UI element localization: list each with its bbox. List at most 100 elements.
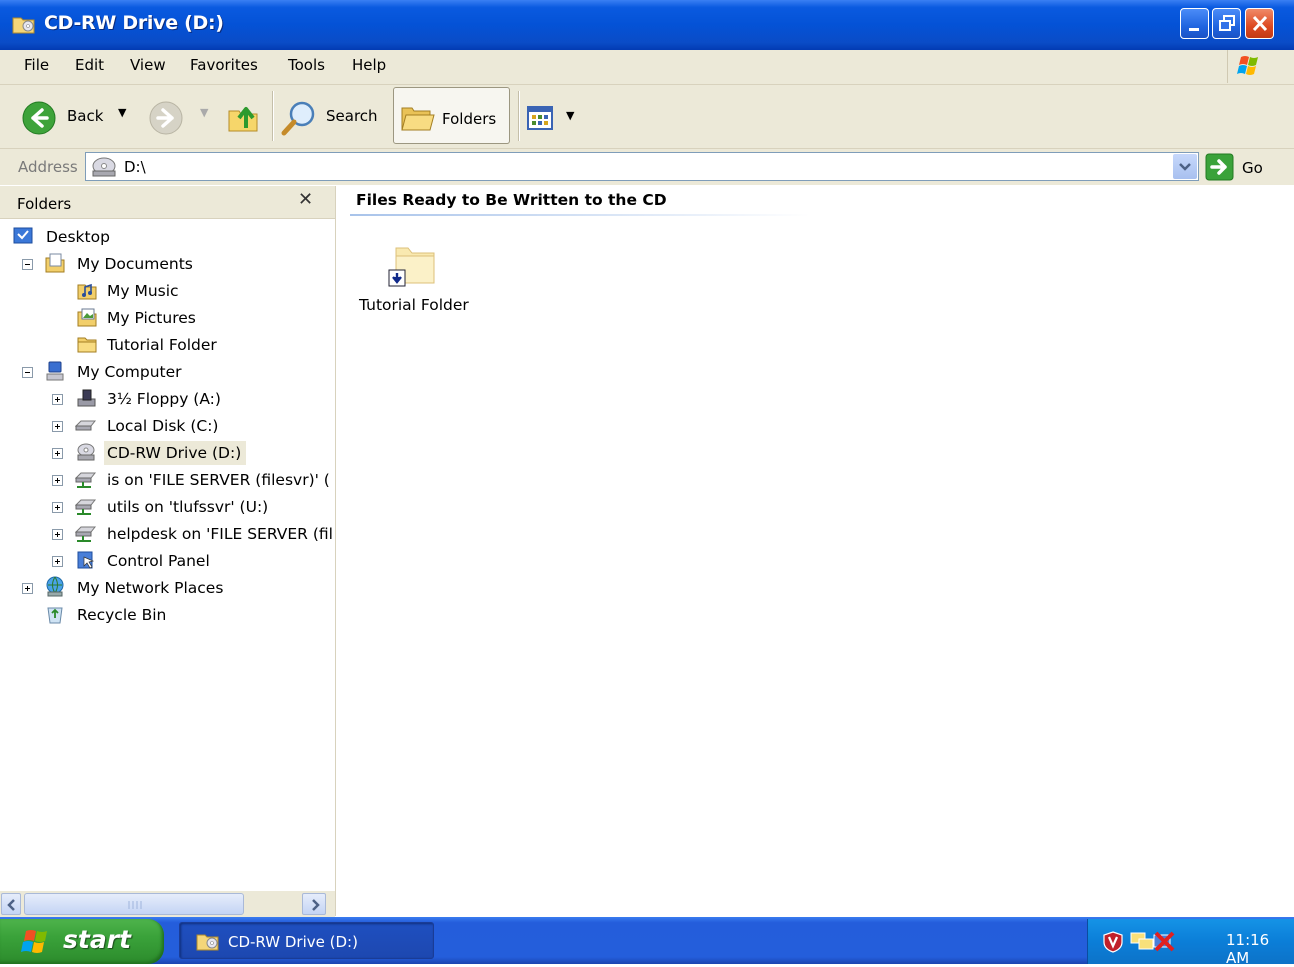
back-label: Back xyxy=(67,107,104,125)
tree-item-recycle-bin[interactable]: Recycle Bin xyxy=(0,603,330,627)
expand-toggle[interactable] xyxy=(52,394,63,405)
recycle-bin-icon xyxy=(47,607,63,624)
tree-item-label: is on 'FILE SERVER (filesvr)' ( xyxy=(107,471,330,489)
minimize-button[interactable] xyxy=(1180,8,1209,39)
tree-item-my-computer[interactable]: My Computer xyxy=(0,360,330,384)
expand-toggle[interactable] xyxy=(52,502,63,513)
tree-item-my-network-places[interactable]: My Network Places xyxy=(0,576,330,600)
taskbar-item-cd-rw-drive[interactable]: CD-RW Drive (D:) xyxy=(179,922,434,959)
views-dropdown-icon[interactable]: ▼ xyxy=(566,109,574,122)
tree-item-network-drive-is[interactable]: is on 'FILE SERVER (filesvr)' ( xyxy=(0,468,335,492)
tree-item-my-documents[interactable]: My Documents xyxy=(0,252,330,276)
tree-item-label: My Music xyxy=(107,282,179,300)
go-label: Go xyxy=(1242,159,1263,177)
tree-item-desktop[interactable]: Desktop xyxy=(0,225,330,249)
tree-item-floppy[interactable]: 3½ Floppy (A:) xyxy=(0,387,330,411)
folders-label: Folders xyxy=(442,110,497,128)
tree-item-label: My Pictures xyxy=(107,309,196,327)
tree-item-network-drive-utils[interactable]: utils on 'tlufssvr' (U:) xyxy=(0,495,330,519)
taskbar: start CD-RW Drive (D:) 11:16 AM xyxy=(0,917,1294,967)
file-list-view: Files Ready to Be Written to the CD Tuto… xyxy=(336,186,1294,916)
network-places-icon xyxy=(46,576,64,597)
folders-button[interactable]: Folders xyxy=(393,87,510,144)
back-dropdown-icon[interactable]: ▼ xyxy=(118,106,126,119)
address-value: D:\ xyxy=(124,158,146,176)
tree-item-my-music[interactable]: My Music xyxy=(0,279,330,303)
scroll-right-button[interactable] xyxy=(302,893,326,915)
collapse-toggle[interactable] xyxy=(22,259,33,270)
tree-item-network-drive-helpdesk[interactable]: helpdesk on 'FILE SERVER (fil xyxy=(0,522,335,546)
restore-button[interactable] xyxy=(1212,8,1241,39)
restore-icon xyxy=(1219,15,1235,31)
close-button[interactable] xyxy=(1245,8,1274,39)
chevron-left-icon xyxy=(7,899,15,911)
network-drive-icon xyxy=(75,472,97,488)
tree-item-my-pictures[interactable]: My Pictures xyxy=(0,306,330,330)
tree-item-control-panel[interactable]: Control Panel xyxy=(0,549,330,573)
network-disconnected-icon[interactable] xyxy=(1152,929,1176,953)
folders-horizontal-scrollbar[interactable] xyxy=(0,891,335,917)
expand-toggle[interactable] xyxy=(52,421,63,432)
folder-pending-icon xyxy=(388,247,435,287)
start-button[interactable]: start xyxy=(0,919,164,964)
file-item-tutorial-folder[interactable]: Tutorial Folder xyxy=(356,242,476,322)
tree-item-label: Recycle Bin xyxy=(77,606,167,624)
menu-edit[interactable]: Edit xyxy=(75,56,104,74)
my-computer-icon xyxy=(46,361,64,381)
minimize-icon xyxy=(1189,28,1199,31)
cd-drive-icon xyxy=(77,443,95,461)
expand-toggle[interactable] xyxy=(52,448,63,459)
address-dropdown-button[interactable] xyxy=(1173,154,1197,179)
scroll-left-button[interactable] xyxy=(1,893,21,915)
chevron-right-icon xyxy=(312,899,320,911)
window-title: CD-RW Drive (D:) xyxy=(44,12,224,34)
my-documents-icon xyxy=(45,253,65,273)
title-bar[interactable]: CD-RW Drive (D:) xyxy=(0,0,1294,50)
menu-tools[interactable]: Tools xyxy=(288,56,325,74)
address-bar: Address D:\ Go xyxy=(0,149,1294,185)
cd-folder-icon xyxy=(12,17,35,34)
menu-file[interactable]: File xyxy=(24,56,49,74)
taskbar-item-label: CD-RW Drive (D:) xyxy=(228,933,358,951)
expand-toggle[interactable] xyxy=(22,583,33,594)
forward-button[interactable]: ▼ xyxy=(148,99,210,135)
forward-dropdown-icon[interactable]: ▼ xyxy=(200,106,208,119)
tree-item-tutorial-folder[interactable]: Tutorial Folder xyxy=(0,333,330,357)
close-icon[interactable]: ✕ xyxy=(298,189,313,210)
search-button[interactable]: Search xyxy=(280,97,386,137)
expand-toggle[interactable] xyxy=(52,556,63,567)
scroll-thumb[interactable] xyxy=(24,893,244,915)
search-icon xyxy=(281,101,315,136)
menu-help[interactable]: Help xyxy=(352,56,386,74)
up-folder-button[interactable] xyxy=(226,99,264,137)
hard-disk-icon xyxy=(75,420,97,431)
toolbar-separator xyxy=(272,91,274,141)
tree-item-label: 3½ Floppy (A:) xyxy=(107,390,221,408)
folders-icon xyxy=(401,107,435,131)
views-button[interactable]: ▼ xyxy=(526,103,582,133)
start-label: start xyxy=(63,925,131,954)
collapse-toggle[interactable] xyxy=(22,367,33,378)
back-button[interactable]: Back ▼ xyxy=(18,99,138,135)
go-button[interactable]: Go xyxy=(1205,153,1275,181)
folders-pane: Folders ✕ Desktop My Documents My Music … xyxy=(0,186,336,916)
menu-bar: File Edit View Favorites Tools Help xyxy=(0,50,1294,85)
tree-item-local-disk[interactable]: Local Disk (C:) xyxy=(0,414,330,438)
tree-item-label: Control Panel xyxy=(107,552,210,570)
menu-favorites[interactable]: Favorites xyxy=(190,56,258,74)
tree-item-label: helpdesk on 'FILE SERVER (fil xyxy=(107,525,333,543)
windows-logo-icon xyxy=(21,930,47,953)
expand-toggle[interactable] xyxy=(52,529,63,540)
menu-view[interactable]: View xyxy=(130,56,166,74)
standard-toolbar: Back ▼ ▼ Search Folders ▼ xyxy=(0,85,1294,149)
system-tray: 11:16 AM xyxy=(1087,919,1294,967)
tree-item-cd-rw-drive[interactable]: CD-RW Drive (D:) xyxy=(0,441,330,465)
tree-item-label: Desktop xyxy=(46,228,110,246)
antivirus-shield-icon[interactable] xyxy=(1102,931,1124,953)
expand-toggle[interactable] xyxy=(52,475,63,486)
up-folder-icon xyxy=(228,107,258,132)
network-drive-icon xyxy=(75,499,97,515)
cd-folder-icon xyxy=(196,934,219,951)
address-input[interactable]: D:\ xyxy=(85,152,1199,181)
folder-icon xyxy=(77,337,97,353)
